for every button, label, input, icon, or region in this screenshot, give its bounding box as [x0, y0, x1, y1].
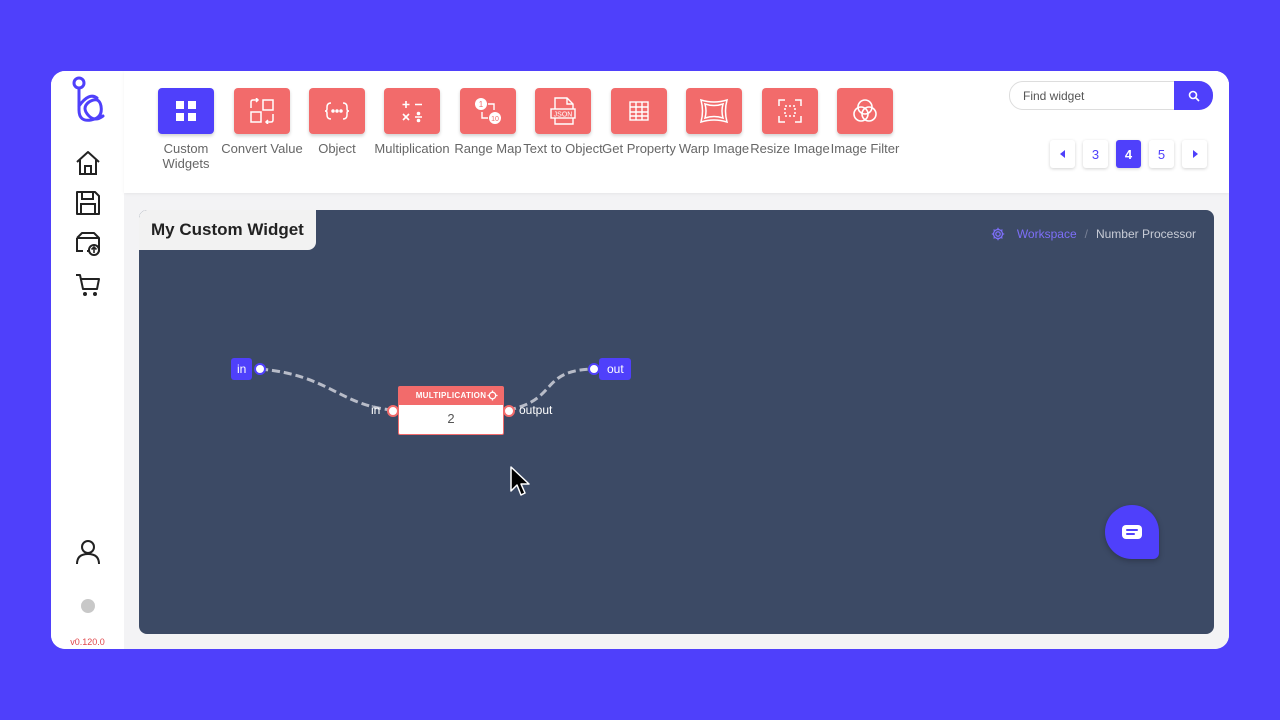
workspace-canvas[interactable]: My Custom Widget Workspace / Number Proc… [139, 210, 1214, 634]
svg-text:1: 1 [479, 100, 484, 109]
multiplication-input-port[interactable] [387, 405, 399, 417]
output-node-port[interactable] [588, 363, 600, 375]
warp-icon [686, 88, 742, 134]
widget-convert-value[interactable]: Convert Value [220, 88, 304, 156]
multiplication-value[interactable]: 2 [399, 405, 503, 432]
widget-text-to-object[interactable]: JSON Text to Object [521, 88, 605, 156]
input-node[interactable]: in [231, 358, 253, 380]
widget-multiplication[interactable]: Multiplication [370, 88, 454, 156]
caret-right-icon [1192, 150, 1198, 158]
object-icon [309, 88, 365, 134]
version-label: v0.120.0 [70, 637, 105, 647]
status-indicator [81, 599, 95, 613]
widget-label: Warp Image [678, 141, 750, 156]
multiplication-node-header: MULTIPLICATION [399, 387, 503, 405]
input-node-port[interactable] [254, 363, 266, 375]
widget-image-filter[interactable]: Image Filter [823, 88, 907, 156]
widget-range-map[interactable]: 1 10 Range Map [446, 88, 530, 156]
mouse-cursor-icon [510, 466, 530, 496]
page-button[interactable]: 3 [1083, 140, 1108, 168]
next-page-button[interactable] [1182, 140, 1207, 168]
sidebar: v0.120.0 [51, 71, 124, 649]
prev-page-button[interactable] [1050, 140, 1075, 168]
chat-icon [1122, 525, 1142, 539]
page-button[interactable]: 5 [1149, 140, 1174, 168]
svg-text:10: 10 [491, 116, 499, 123]
widget-label: Get Property [602, 141, 676, 156]
widget-custom-widgets[interactable]: Custom Widgets [144, 88, 228, 171]
resize-icon [762, 88, 818, 134]
multiplication-input-label: in [371, 403, 381, 417]
main-area: Custom Widgets Convert Value Object Mult… [124, 71, 1229, 649]
page-button-current[interactable]: 4 [1116, 140, 1141, 168]
user-icon[interactable] [74, 538, 102, 566]
search-input[interactable] [1010, 82, 1170, 109]
cart-icon[interactable] [74, 271, 102, 299]
widget-label: Custom Widgets [162, 141, 210, 171]
grid-icon [158, 88, 214, 134]
widget-object[interactable]: Object [295, 88, 379, 156]
widget-label: Text to Object [523, 141, 603, 156]
widget-label: Multiplication [374, 141, 450, 156]
widget-toolbar: Custom Widgets Convert Value Object Mult… [124, 71, 1229, 193]
node-connections [259, 367, 595, 412]
home-icon[interactable] [74, 149, 102, 177]
search-icon [1188, 90, 1200, 102]
svg-text:JSON: JSON [554, 112, 573, 119]
app-logo-icon[interactable] [67, 76, 109, 126]
widget-resize-image[interactable]: Resize Image [748, 88, 832, 156]
widget-label: Resize Image [750, 141, 830, 156]
widget-label: Image Filter [830, 141, 900, 156]
multiplication-output-port[interactable] [503, 405, 515, 417]
widget-label: Convert Value [221, 141, 303, 156]
caret-left-icon [1059, 150, 1065, 158]
widget-get-property[interactable]: Get Property [597, 88, 681, 156]
widget-search [1009, 81, 1213, 110]
multiplication-node[interactable]: MULTIPLICATION 2 [398, 386, 504, 435]
filter-icon [837, 88, 893, 134]
search-button[interactable] [1174, 81, 1213, 110]
widget-label: Range Map [454, 141, 522, 156]
range-map-icon: 1 10 [460, 88, 516, 134]
app-window: v0.120.0 Custom Widgets Convert Value Ob… [51, 71, 1229, 649]
output-node[interactable]: out [599, 358, 631, 380]
multiplication-output-label: output [519, 403, 553, 417]
convert-icon [234, 88, 290, 134]
widget-warp-image[interactable]: Warp Image [672, 88, 756, 156]
multiplication-node-title: MULTIPLICATION [415, 391, 487, 400]
table-icon [611, 88, 667, 134]
gear-icon[interactable] [487, 390, 498, 401]
upload-box-icon[interactable] [74, 229, 102, 257]
save-icon[interactable] [74, 189, 102, 217]
json-file-icon: JSON [535, 88, 591, 134]
chat-button[interactable] [1105, 505, 1159, 559]
math-icon [384, 88, 440, 134]
widget-label: Object [318, 141, 356, 156]
